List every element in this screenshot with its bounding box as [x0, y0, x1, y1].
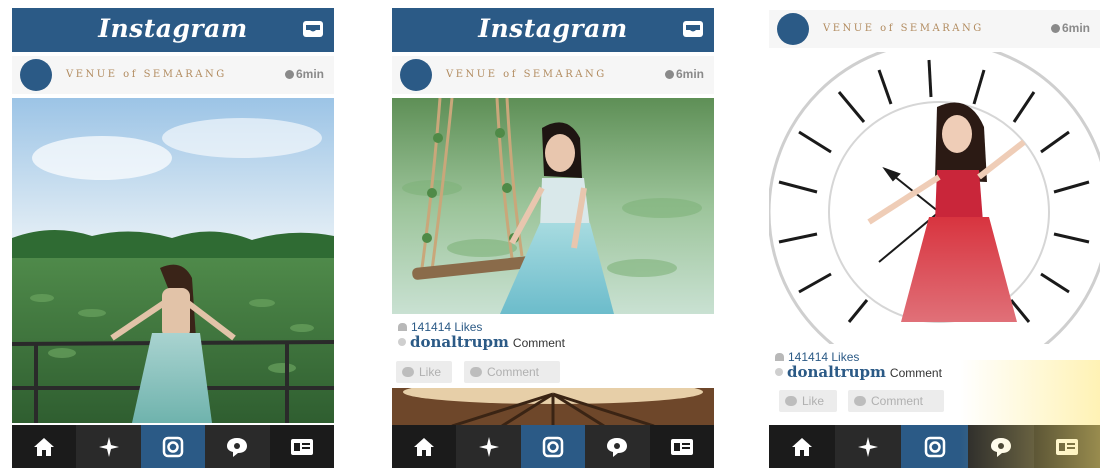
tab-camera[interactable] [520, 425, 586, 468]
next-post-photo[interactable] [392, 388, 714, 426]
tab-activity[interactable] [205, 425, 270, 468]
username[interactable]: donaltrupm [410, 333, 509, 351]
phone-screen-3: VENUE of SEMARANG 6min 141414 Likes dona… [769, 0, 1100, 468]
post-photo[interactable] [12, 98, 334, 423]
username[interactable]: donaltrupm [787, 363, 886, 381]
comment-icon [470, 367, 482, 377]
post-time: 6min [664, 67, 704, 81]
likes-count[interactable]: 141414 Likes [775, 350, 859, 364]
comment-bullet-icon [775, 368, 783, 376]
camera-icon [924, 436, 945, 457]
tab-explore[interactable] [456, 425, 521, 468]
phone-screen-1: Instagram VENUE of SEMARANG 6min [12, 0, 334, 468]
home-icon [792, 437, 813, 456]
comment-text: Comment [512, 336, 565, 350]
avatar[interactable] [20, 59, 52, 91]
post-time: 6min [284, 67, 324, 81]
clock-icon [1050, 24, 1060, 33]
tab-home[interactable] [769, 425, 836, 468]
phone-screen-2: Instagram VENUE of SEMARANG 6min 141414 … [392, 0, 714, 468]
avatar[interactable] [777, 13, 809, 45]
tab-home[interactable] [392, 425, 457, 468]
post-photo[interactable] [392, 98, 714, 314]
post-header: VENUE of SEMARANG 6min [12, 56, 334, 94]
post-header: VENUE of SEMARANG 6min [392, 56, 714, 94]
activity-icon [227, 437, 248, 457]
tab-profile[interactable] [649, 425, 714, 468]
explore-icon [98, 436, 119, 457]
venue-name[interactable]: VENUE of SEMARANG [823, 23, 984, 34]
tab-explore[interactable] [76, 425, 141, 468]
instagram-logo: Instagram [478, 14, 628, 43]
likes-label: 141414 Likes [411, 320, 483, 334]
inbox-icon[interactable] [302, 20, 324, 38]
tab-activity[interactable] [585, 425, 650, 468]
venue-name[interactable]: VENUE of SEMARANG [66, 69, 227, 80]
likes-label: 141414 Likes [788, 350, 860, 364]
heart-icon [775, 353, 784, 361]
like-button-label: Like [802, 394, 825, 408]
like-button-label: Like [419, 365, 442, 379]
comment-button[interactable]: Comment [464, 361, 560, 383]
like-button[interactable]: Like [396, 361, 452, 383]
inbox-icon[interactable] [682, 20, 704, 38]
bottom-tab-bar [769, 425, 1100, 468]
heart-icon [398, 323, 407, 331]
activity-icon [990, 437, 1011, 457]
instagram-logo: Instagram [98, 14, 248, 43]
caption-line: donaltrupm Comment [775, 363, 942, 382]
camera-icon [542, 436, 564, 457]
tab-activity[interactable] [967, 425, 1034, 468]
heart-icon [785, 396, 797, 406]
app-header: Instagram [392, 8, 714, 52]
caption-line: donaltrupm Comment [398, 333, 565, 352]
tab-explore[interactable] [835, 425, 902, 468]
profile-icon [290, 438, 313, 455]
heart-icon [402, 367, 414, 377]
comment-icon [854, 396, 866, 406]
time-label: 6min [675, 67, 704, 81]
time-label: 6min [1061, 21, 1090, 35]
explore-icon [858, 436, 879, 457]
tab-camera[interactable] [140, 425, 206, 468]
comment-button-label: Comment [871, 394, 924, 408]
activity-icon [607, 437, 628, 457]
comment-button[interactable]: Comment [848, 390, 944, 412]
app-header: Instagram [12, 8, 334, 52]
venue-name[interactable]: VENUE of SEMARANG [446, 69, 607, 80]
avatar[interactable] [400, 59, 432, 91]
post-time: 6min [1050, 21, 1090, 35]
comment-bullet-icon [398, 338, 406, 346]
tab-camera[interactable] [901, 425, 968, 468]
post-header: VENUE of SEMARANG 6min [769, 10, 1100, 48]
comment-text: Comment [889, 366, 942, 380]
tab-profile[interactable] [269, 425, 334, 468]
bottom-tab-bar [12, 425, 334, 468]
bottom-tab-bar [392, 425, 714, 468]
home-icon [34, 437, 55, 456]
home-icon [414, 437, 435, 456]
tab-profile[interactable] [1033, 425, 1100, 468]
camera-icon [162, 436, 184, 457]
comment-button-label: Comment [487, 365, 540, 379]
profile-icon [670, 438, 693, 455]
likes-count[interactable]: 141414 Likes [398, 320, 482, 334]
time-label: 6min [295, 67, 324, 81]
explore-icon [478, 436, 499, 457]
tab-home[interactable] [12, 425, 77, 468]
profile-icon [1055, 438, 1078, 455]
like-button[interactable]: Like [779, 390, 837, 412]
clock-icon [664, 70, 674, 79]
post-photo[interactable] [769, 52, 1100, 344]
clock-icon [284, 70, 294, 79]
